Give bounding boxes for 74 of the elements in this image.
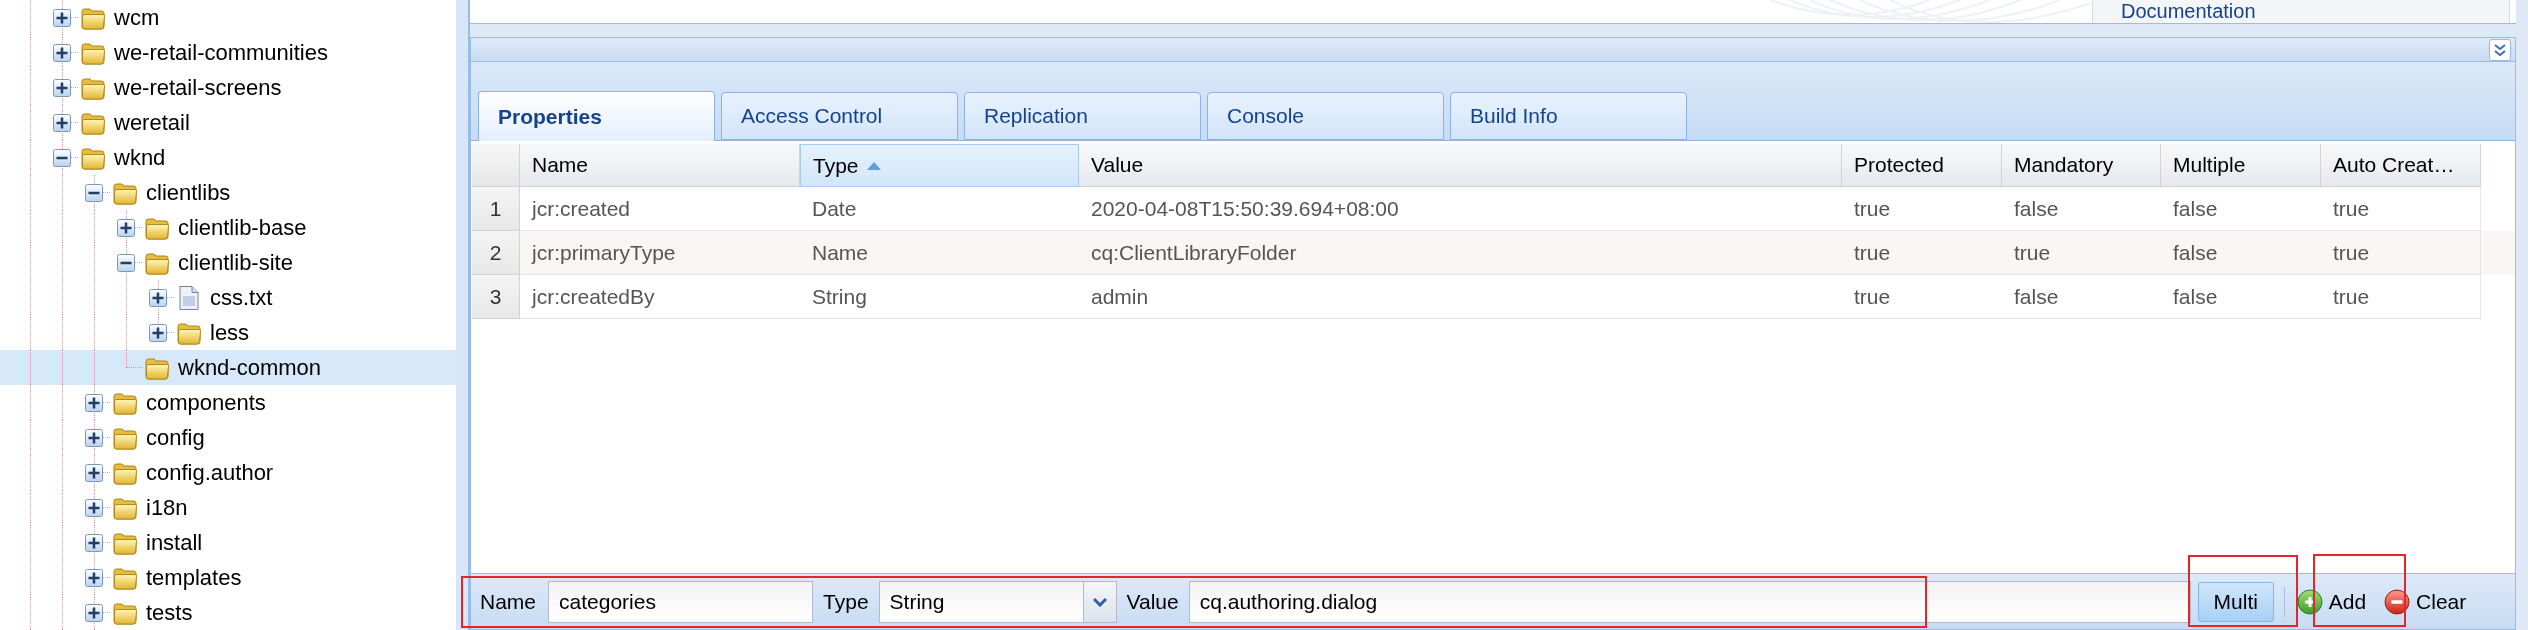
row-number: 3 bbox=[472, 275, 520, 319]
expand-icon[interactable] bbox=[85, 393, 103, 412]
tree-item[interactable]: wknd-common bbox=[0, 350, 456, 385]
table-cell: false bbox=[2002, 275, 2161, 319]
table-cell: true bbox=[1842, 275, 2002, 319]
tree-item[interactable]: tests bbox=[0, 595, 456, 630]
chevron-down-icon bbox=[1092, 596, 1107, 607]
double-chevron-down-icon bbox=[2493, 42, 2507, 57]
column-header[interactable]: Mandatory bbox=[2002, 144, 2161, 187]
remove-icon bbox=[2384, 588, 2411, 615]
tab[interactable]: Properties bbox=[478, 91, 715, 141]
tree-item[interactable]: templates bbox=[0, 560, 456, 595]
expand-icon[interactable] bbox=[53, 78, 71, 97]
table-cell: String bbox=[800, 275, 1079, 319]
table-cell: false bbox=[2161, 275, 2321, 319]
field-label: Name bbox=[480, 588, 537, 615]
expand-icon[interactable] bbox=[85, 428, 103, 447]
clear-button[interactable]: Clear bbox=[2384, 581, 2467, 622]
expand-icon[interactable] bbox=[85, 603, 103, 622]
field-label: Value bbox=[1126, 588, 1179, 615]
tab[interactable]: Console bbox=[1207, 92, 1444, 140]
expand-icon[interactable] bbox=[53, 113, 71, 132]
table-cell: jcr:createdBy bbox=[520, 275, 800, 319]
tab[interactable]: Access Control bbox=[721, 92, 958, 140]
expand-icon[interactable] bbox=[85, 463, 103, 482]
collapse-icon[interactable] bbox=[53, 148, 71, 167]
collapse-button[interactable] bbox=[2489, 38, 2511, 61]
expand-icon[interactable] bbox=[85, 533, 103, 552]
tree-item[interactable]: clientlib-base bbox=[0, 210, 456, 245]
expand-icon[interactable] bbox=[85, 568, 103, 587]
type-dropdown-field[interactable]: String bbox=[878, 580, 1084, 623]
tree-item[interactable]: we-retail-screens bbox=[0, 70, 456, 105]
value-input[interactable]: cq.authoring.dialog bbox=[1188, 580, 2191, 623]
table-cell: true bbox=[2321, 275, 2481, 319]
tree-item[interactable]: clientlib-site bbox=[0, 245, 456, 280]
row-number-header bbox=[472, 144, 520, 187]
sort-ascending-icon bbox=[866, 161, 881, 170]
tab[interactable]: Replication bbox=[964, 92, 1201, 140]
add-button[interactable]: Add bbox=[2296, 581, 2367, 622]
column-header[interactable]: Value bbox=[1079, 144, 1842, 187]
tree-item[interactable]: css.txt bbox=[0, 280, 456, 315]
tab[interactable]: Build Info bbox=[1450, 92, 1687, 140]
expand-icon[interactable] bbox=[85, 498, 103, 517]
column-header[interactable]: Type bbox=[800, 144, 1079, 187]
tree-item[interactable]: i18n bbox=[0, 490, 456, 525]
field-label: Type bbox=[823, 588, 869, 615]
column-header[interactable]: Auto Creat… bbox=[2321, 144, 2481, 187]
tree-item[interactable]: wcm bbox=[0, 0, 456, 35]
expand-icon[interactable] bbox=[53, 43, 71, 62]
tree-item[interactable]: install bbox=[0, 525, 456, 560]
tree-item[interactable]: we-retail-communities bbox=[0, 35, 456, 70]
table-cell: admin bbox=[1079, 275, 1842, 319]
add-icon bbox=[2296, 588, 2323, 615]
row-number: 1 bbox=[472, 187, 520, 231]
tree-item[interactable]: config.author bbox=[0, 455, 456, 490]
expand-icon[interactable] bbox=[53, 8, 71, 27]
row-number: 2 bbox=[472, 231, 520, 275]
tree-item[interactable]: components bbox=[0, 385, 456, 420]
expand-icon[interactable] bbox=[149, 323, 167, 342]
dropdown-button[interactable] bbox=[1083, 580, 1117, 623]
tree-item[interactable]: clientlibs bbox=[0, 175, 456, 210]
column-header[interactable]: Protected bbox=[1842, 144, 2002, 187]
column-header[interactable]: Multiple bbox=[2161, 144, 2321, 187]
tree-item[interactable]: config bbox=[0, 420, 456, 455]
expand-icon[interactable] bbox=[149, 288, 167, 307]
tree-item[interactable]: wknd bbox=[0, 140, 456, 175]
collapse-icon[interactable] bbox=[117, 253, 135, 272]
name-input[interactable]: categories bbox=[548, 580, 814, 623]
file-icon bbox=[176, 284, 202, 311]
expand-icon[interactable] bbox=[117, 218, 135, 237]
collapse-icon[interactable] bbox=[85, 183, 103, 202]
column-header[interactable]: Name bbox=[520, 144, 800, 187]
tree-item[interactable]: weretail bbox=[0, 105, 456, 140]
multi-button[interactable]: Multi bbox=[2197, 581, 2274, 622]
